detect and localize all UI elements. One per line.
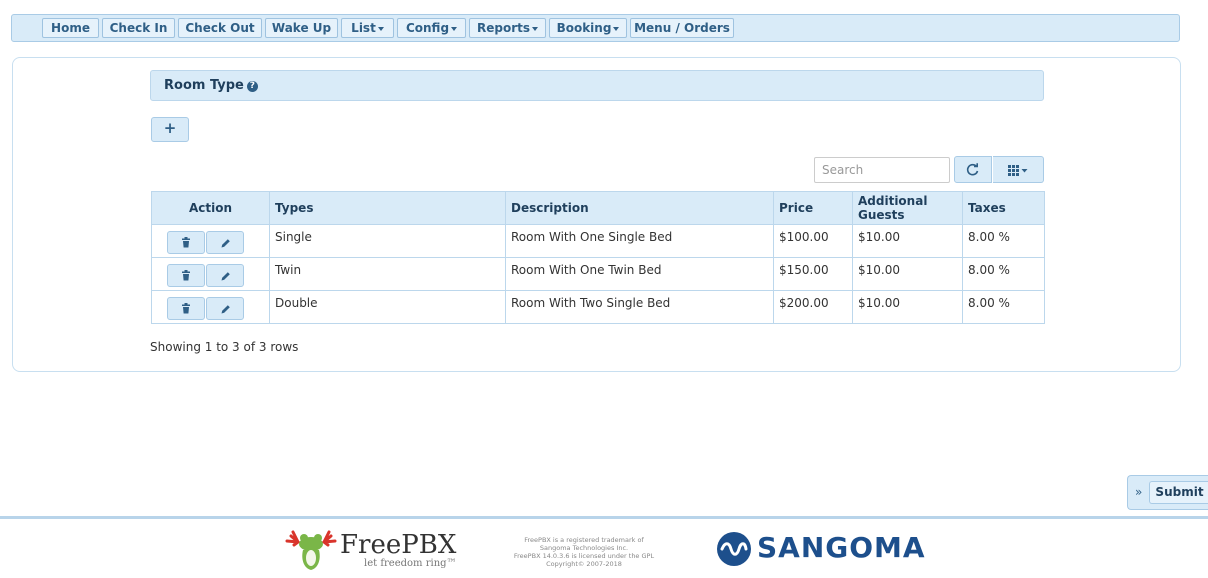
- submit-bar: » Submit: [1127, 475, 1208, 510]
- sangoma-logo-icon: [717, 532, 751, 566]
- freepbx-tagline: let freedom ring™: [364, 558, 457, 569]
- refresh-icon: [966, 163, 979, 176]
- trash-icon: [182, 303, 190, 314]
- pencil-icon: [221, 239, 230, 248]
- plus-icon: +: [163, 119, 177, 137]
- room-type-table: Action Types Description Price Additiona…: [151, 191, 1045, 324]
- trash-icon: [182, 270, 190, 281]
- pagination-info: Showing 1 to 3 of 3 rows: [150, 340, 299, 354]
- delete-button[interactable]: [167, 264, 205, 287]
- delete-button[interactable]: [167, 231, 205, 254]
- nav-menu-orders-label: Menu / Orders: [634, 21, 730, 35]
- nav-check-in-label: Check In: [109, 21, 168, 35]
- section-header: Room Type?: [150, 70, 1044, 101]
- caret-down-icon: [377, 26, 384, 31]
- cell-type: Twin: [269, 257, 506, 291]
- legal-line: Sangoma Technologies Inc.: [539, 544, 629, 552]
- cell-price: $100.00: [773, 224, 853, 258]
- nav-menu-orders[interactable]: Menu / Orders: [630, 18, 734, 38]
- nav-booking-dropdown[interactable]: Booking: [549, 18, 627, 38]
- cell-type: Double: [269, 290, 506, 324]
- column-header-taxes[interactable]: Taxes: [962, 191, 1045, 225]
- cell-description: Room With One Twin Bed: [505, 257, 774, 291]
- edit-button[interactable]: [206, 297, 244, 320]
- table-row: Double Room With Two Single Bed $200.00 …: [151, 290, 1045, 324]
- cell-price: $150.00: [773, 257, 853, 291]
- freepbx-brand-name: FreePBX: [340, 530, 457, 560]
- nav-reports-label: Reports: [476, 21, 530, 35]
- page-title: Room Type?: [164, 78, 258, 93]
- table-header-row: Action Types Description Price Additiona…: [151, 191, 1045, 225]
- column-header-price[interactable]: Price: [773, 191, 853, 225]
- legal-line: Copyright© 2007-2018: [546, 560, 622, 568]
- trash-icon: [182, 237, 190, 248]
- cell-taxes: 8.00 %: [962, 290, 1045, 324]
- search-input[interactable]: [814, 157, 950, 183]
- pencil-icon: [221, 272, 230, 281]
- add-room-type-button[interactable]: +: [151, 117, 189, 142]
- cell-taxes: 8.00 %: [962, 257, 1045, 291]
- caret-down-icon: [613, 26, 620, 31]
- nav-list-dropdown[interactable]: List: [341, 18, 394, 38]
- delete-button[interactable]: [167, 297, 205, 320]
- cell-description: Room With One Single Bed: [505, 224, 774, 258]
- legal-line: FreePBX is a registered trademark of: [524, 536, 644, 544]
- cell-additional-guests: $10.00: [852, 257, 963, 291]
- column-header-types[interactable]: Types: [269, 191, 506, 225]
- table-row: Single Room With One Single Bed $100.00 …: [151, 224, 1045, 258]
- columns-grid-icon: [1008, 165, 1028, 176]
- page-title-text: Room Type: [164, 78, 244, 93]
- column-header-action[interactable]: Action: [151, 191, 270, 225]
- column-header-additional-guests[interactable]: Additional Guests: [852, 191, 963, 225]
- submit-button[interactable]: Submit: [1149, 481, 1208, 504]
- row-actions: [151, 224, 270, 258]
- columns-toggle-button[interactable]: [993, 156, 1044, 183]
- nav-config-dropdown[interactable]: Config: [397, 18, 466, 38]
- nav-wake-up-label: Wake Up: [271, 21, 332, 35]
- pencil-icon: [221, 305, 230, 314]
- edit-button[interactable]: [206, 231, 244, 254]
- cell-type: Single: [269, 224, 506, 258]
- nav-wake-up[interactable]: Wake Up: [265, 18, 338, 38]
- cell-price: $200.00: [773, 290, 853, 324]
- table-row: Twin Room With One Twin Bed $150.00 $10.…: [151, 257, 1045, 291]
- legal-line: FreePBX 14.0.3.6 is licensed under the G…: [513, 552, 655, 560]
- nav-check-in[interactable]: Check In: [102, 18, 175, 38]
- nav-reports-dropdown[interactable]: Reports: [469, 18, 546, 38]
- caret-down-icon: [532, 26, 538, 31]
- nav-list-label: List: [351, 21, 376, 35]
- footer-divider: [0, 516, 1208, 519]
- edit-button[interactable]: [206, 264, 244, 287]
- legal-notice: FreePBX is a registered trademark of San…: [500, 536, 668, 568]
- sangoma-brand-name: SANGOMA: [757, 531, 926, 564]
- nav-booking-label: Booking: [556, 21, 612, 35]
- cell-additional-guests: $10.00: [852, 224, 963, 258]
- top-navigation: Home Check In Check Out Wake Up List Con…: [11, 14, 1180, 42]
- help-icon[interactable]: ?: [246, 81, 258, 92]
- caret-down-icon: [451, 26, 458, 31]
- nav-home[interactable]: Home: [42, 18, 99, 38]
- column-header-description[interactable]: Description: [505, 191, 774, 225]
- nav-home-label: Home: [51, 21, 90, 35]
- cell-taxes: 8.00 %: [962, 224, 1045, 258]
- nav-check-out[interactable]: Check Out: [178, 18, 262, 38]
- cell-additional-guests: $10.00: [852, 290, 963, 324]
- double-chevron-right-icon[interactable]: »: [1135, 485, 1142, 499]
- nav-config-label: Config: [405, 21, 450, 35]
- row-actions: [151, 290, 270, 324]
- freepbx-frog-logo-icon: [285, 530, 337, 570]
- refresh-button[interactable]: [954, 156, 992, 183]
- row-actions: [151, 257, 270, 291]
- nav-check-out-label: Check Out: [185, 21, 255, 35]
- cell-description: Room With Two Single Bed: [505, 290, 774, 324]
